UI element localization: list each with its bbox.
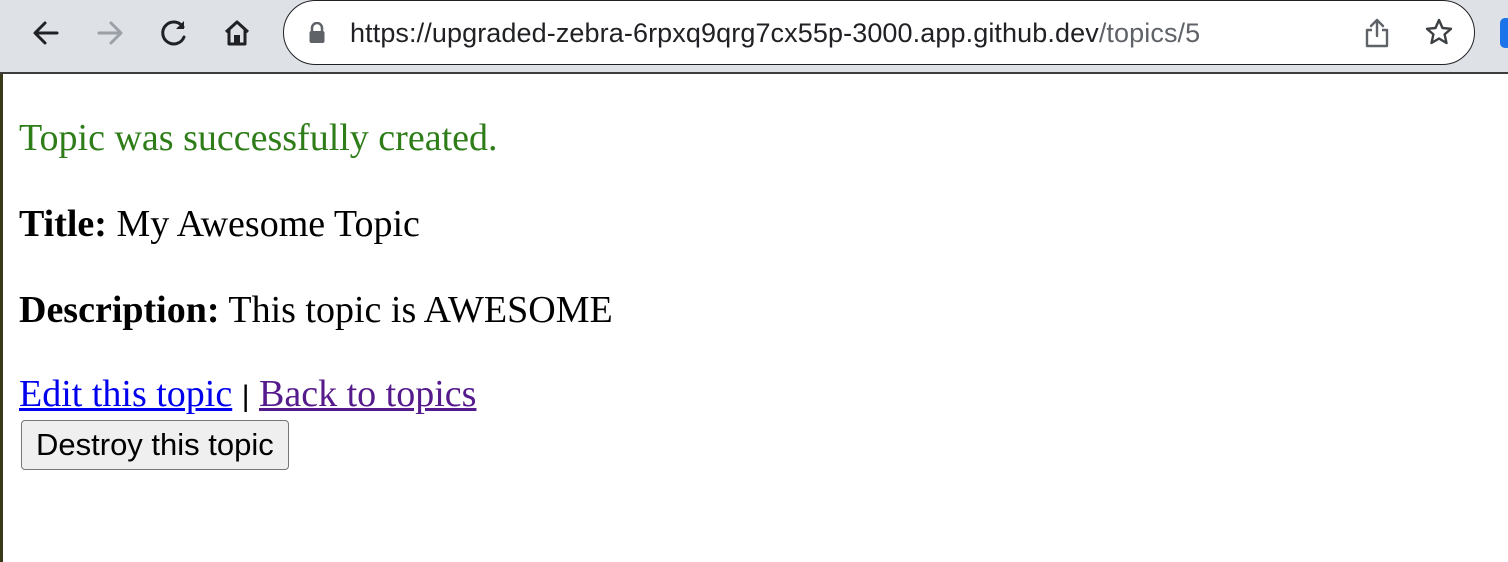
page-content: Topic was successfully created. Title: M…	[0, 74, 1508, 562]
description-field: Description: This topic is AWESOME	[19, 288, 613, 332]
link-separator: |	[241, 380, 250, 413]
lock-icon[interactable]	[308, 21, 326, 49]
back-to-topics-link[interactable]: Back to topics	[259, 373, 476, 415]
destroy-topic-button[interactable]: Destroy this topic	[21, 420, 289, 470]
title-field: Title: My Awesome Topic	[19, 202, 420, 246]
share-icon[interactable]	[1364, 17, 1390, 54]
extension-icon[interactable]	[1500, 18, 1508, 48]
reload-button[interactable]	[152, 11, 196, 55]
edit-topic-link[interactable]: Edit this topic	[19, 373, 232, 415]
star-icon[interactable]	[1424, 17, 1454, 52]
description-value: This topic is AWESOME	[228, 289, 613, 331]
home-icon	[224, 20, 250, 46]
url-path: /topics/5	[1098, 18, 1201, 48]
url-base: https://upgraded-zebra-6rpxq9qrg7cx55p-3…	[350, 18, 1099, 48]
forward-button[interactable]	[88, 11, 132, 55]
address-bar[interactable]: https://upgraded-zebra-6rpxq9qrg7cx55p-3…	[283, 0, 1475, 65]
browser-toolbar: https://upgraded-zebra-6rpxq9qrg7cx55p-3…	[0, 0, 1508, 74]
description-label: Description:	[19, 289, 220, 331]
url-text[interactable]: https://upgraded-zebra-6rpxq9qrg7cx55p-3…	[350, 15, 1200, 51]
notice-message: Topic was successfully created.	[19, 117, 498, 159]
back-button[interactable]	[24, 11, 68, 55]
arrow-left-icon	[33, 21, 59, 45]
title-value: My Awesome Topic	[116, 203, 420, 245]
reload-icon	[161, 20, 186, 46]
title-label: Title:	[19, 203, 107, 245]
topic-actions: Edit this topic | Back to topics	[19, 372, 476, 416]
home-button[interactable]	[215, 11, 259, 55]
arrow-right-icon	[97, 21, 123, 45]
